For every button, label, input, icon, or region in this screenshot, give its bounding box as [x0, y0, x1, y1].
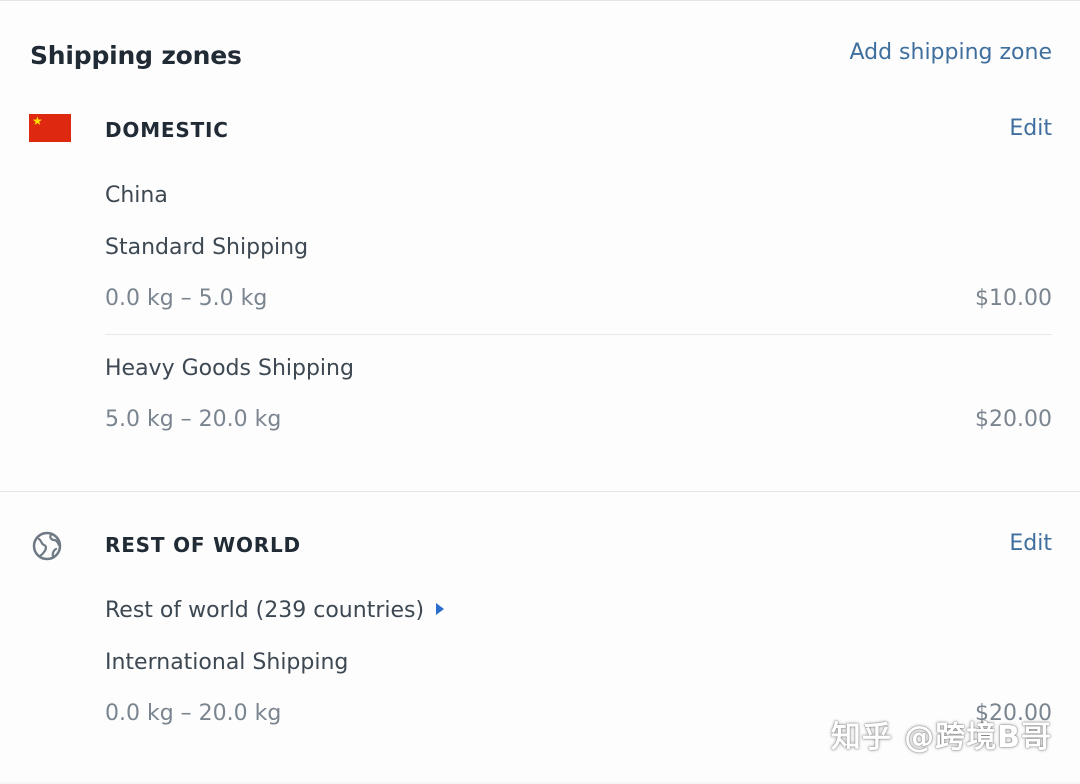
rate-price: $10.00	[975, 286, 1052, 311]
globe-icon	[29, 528, 65, 564]
edit-zone-button[interactable]: Edit	[1009, 116, 1052, 141]
edit-zone-button[interactable]: Edit	[1009, 531, 1052, 556]
rate-weight-range: 0.0 kg – 5.0 kg	[105, 286, 268, 311]
rate-name: Standard Shipping	[105, 235, 309, 260]
card-title: Shipping zones	[30, 41, 242, 70]
zone-country: China	[105, 183, 168, 208]
rate-weight-range: 0.0 kg – 20.0 kg	[105, 701, 282, 726]
zone-domestic: ★ DOMESTIC Edit China Standard Shipping …	[0, 97, 1080, 489]
rate-name: International Shipping	[105, 650, 349, 675]
add-shipping-zone-link[interactable]: Add shipping zone	[849, 40, 1052, 65]
zone-name: REST OF WORLD	[105, 533, 301, 557]
zone-name: DOMESTIC	[105, 118, 229, 142]
rate-name: Heavy Goods Shipping	[105, 356, 354, 381]
rate-price: $20.00	[975, 407, 1052, 432]
zone-country-row[interactable]: Rest of world (239 countries)	[105, 598, 445, 623]
rate-divider	[105, 334, 1052, 335]
expand-countries-arrow-icon[interactable]	[436, 603, 445, 615]
rate-weight-range: 5.0 kg – 20.0 kg	[105, 407, 282, 432]
watermark: 知乎 @跨境B哥	[830, 720, 1052, 755]
shipping-zones-card: Shipping zones Add shipping zone ★ DOMES…	[0, 0, 1080, 782]
zone-country: Rest of world (239 countries)	[105, 598, 425, 623]
china-flag-icon: ★	[29, 114, 71, 142]
